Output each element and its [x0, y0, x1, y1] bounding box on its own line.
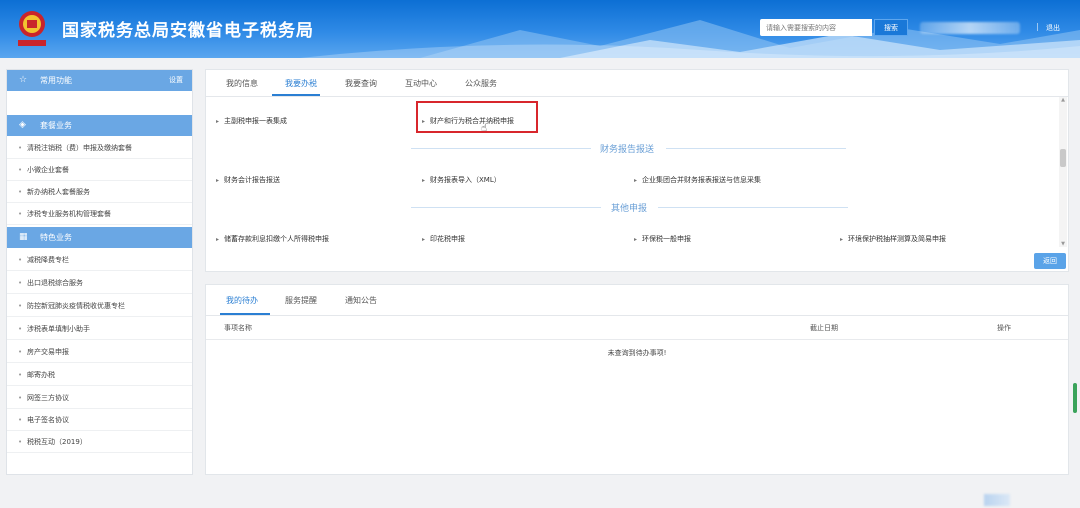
sidebar-item[interactable]: • 邮寄办税 — [7, 364, 192, 386]
empty-todo-message: 未查询到待办事项! — [607, 349, 667, 357]
service-link[interactable]: ▸ 印花税申报 — [422, 234, 465, 244]
sidebar-item-label: 电子签名协议 — [27, 416, 69, 424]
page-scroll-indicator[interactable] — [1073, 383, 1077, 413]
sidebar-item[interactable]: • 清税注销税（费）申报及缴纳套餐 — [7, 137, 192, 159]
service-link[interactable]: ▸ 企业集团合并财务报表报送与信息采集 — [634, 175, 761, 185]
todo-panel: 我的待办 服务提醒 通知公告 事项名称 截止日期 操作 未查询到待办事项! — [205, 284, 1069, 475]
sidebar-item[interactable]: • 税税互动（2019） — [7, 431, 192, 453]
panel-scrollbar[interactable]: ▲ ▼ — [1059, 97, 1067, 247]
star-icon: ☆ — [19, 75, 28, 85]
sidebar-item-label: 邮寄办税 — [27, 371, 55, 379]
tab-my-info[interactable]: 我的信息 — [226, 78, 258, 89]
tab-my-todo[interactable]: 我的待办 — [226, 295, 258, 306]
service-link-label: 储蓄存款利息扣缴个人所得税申报 — [224, 235, 330, 243]
scroll-thumb[interactable] — [1060, 149, 1066, 167]
sidebar-item[interactable]: • 防控新冠肺炎疫情税收优惠专栏 — [7, 295, 192, 317]
sidebar-item[interactable]: • 房产交易申报 — [7, 341, 192, 363]
highlight-annotation — [416, 101, 538, 133]
top-header: 国家税务总局安徽省电子税务局 搜索 | 退出 — [0, 0, 1080, 58]
tax-services-panel: 我的信息 我要办税 我要查询 互动中心 公众服务 ▸ 主副税申报一表集成 ▸ 财产和… — [205, 69, 1069, 272]
sidebar-item[interactable]: • 小微企业套餐 — [7, 159, 192, 181]
service-link[interactable]: ▸ 储蓄存款利息扣缴个人所得税申报 — [216, 234, 329, 244]
service-link-label: 印花税申报 — [430, 235, 466, 243]
sidebar-item-label: 房产交易申报 — [27, 348, 69, 356]
sidebar-item-label: 出口退税综合服务 — [27, 279, 83, 287]
service-link[interactable]: ▸ 环境保护税抽样测算及简易申报 — [840, 234, 946, 244]
hand-cursor-icon: ☝ — [481, 123, 488, 134]
sidebar-item[interactable]: • 出口退税综合服务 — [7, 272, 192, 294]
sidebar-item-label: 税税互动（2019） — [27, 438, 87, 446]
sidebar-common-header[interactable]: ☆ 常用功能 设置 — [7, 70, 192, 91]
logout-link[interactable]: 退出 — [1046, 23, 1060, 33]
sidebar-settings-link[interactable]: 设置 — [169, 70, 183, 91]
scroll-up-arrow-icon[interactable]: ▲ — [1059, 97, 1067, 103]
header-separator: | — [1036, 22, 1039, 31]
user-name-blurred — [920, 22, 1020, 34]
tab-public-service[interactable]: 公众服务 — [465, 78, 497, 89]
scroll-down-arrow-icon[interactable]: ▼ — [1059, 241, 1067, 247]
service-link[interactable]: ▸ 财务报表导入（XML） — [422, 175, 501, 185]
main-tabs: 我的信息 我要办税 我要查询 互动中心 公众服务 — [206, 70, 1068, 97]
grid-icon: ▦ — [19, 232, 28, 242]
site-title: 国家税务总局安徽省电子税务局 — [62, 21, 314, 41]
search-button[interactable]: 搜索 — [874, 19, 908, 36]
section-divider — [411, 148, 591, 149]
layers-icon: ◈ — [19, 120, 26, 130]
column-header-deadline: 截止日期 — [810, 324, 838, 332]
service-link-label: 主副税申报一表集成 — [224, 117, 288, 125]
sidebar-special-header[interactable]: ▦ 特色业务 — [7, 227, 192, 248]
todo-tabs: 我的待办 服务提醒 通知公告 — [206, 285, 1068, 316]
watermark-blurred — [984, 494, 1010, 506]
tab-notices[interactable]: 通知公告 — [345, 295, 377, 306]
section-title-other: 其他申报 — [611, 204, 648, 214]
service-link-label: 财务报表导入（XML） — [430, 176, 501, 184]
section-divider — [666, 148, 846, 149]
sidebar-item-label: 防控新冠肺炎疫情税收优惠专栏 — [27, 302, 125, 310]
sidebar-item-label: 小微企业套餐 — [27, 166, 69, 174]
sidebar-item-label: 减税降费专栏 — [27, 256, 69, 264]
section-divider — [658, 207, 848, 208]
sidebar-common-label: 常用功能 — [40, 76, 72, 85]
sidebar-item[interactable]: • 涉税表单填制小助手 — [7, 318, 192, 340]
back-button[interactable]: 返回 — [1034, 253, 1066, 269]
service-link[interactable]: ▸ 主副税申报一表集成 — [216, 116, 287, 126]
sidebar: ☆ 常用功能 设置 ◈ 套餐业务 • 清税注销税（费）申报及缴纳套餐 • 小微企业套… — [6, 69, 193, 475]
sidebar-item[interactable]: • 新办纳税人套餐服务 — [7, 181, 192, 203]
sidebar-item[interactable]: • 电子签名协议 — [7, 409, 192, 431]
active-tab-underline — [220, 313, 270, 315]
sidebar-item-label: 涉税专业服务机构管理套餐 — [27, 210, 111, 218]
service-link-label: 环保税一般申报 — [642, 235, 692, 243]
tab-query[interactable]: 我要查询 — [345, 78, 377, 89]
sidebar-item-label: 清税注销税（费）申报及缴纳套餐 — [27, 144, 132, 152]
column-header-action: 操作 — [997, 324, 1011, 332]
active-tab-underline — [272, 94, 320, 96]
service-link[interactable]: ▸ 环保税一般申报 — [634, 234, 691, 244]
service-link-label: 环境保护税抽样测算及简易申报 — [848, 235, 947, 243]
tab-tax-handling[interactable]: 我要办税 — [285, 78, 317, 89]
sidebar-item[interactable]: • 减税降费专栏 — [7, 249, 192, 271]
service-link-label: 财务会计报告报送 — [224, 176, 281, 184]
todo-table-header: 事项名称 截止日期 操作 — [206, 317, 1068, 340]
sidebar-special-label: 特色业务 — [40, 233, 72, 242]
sidebar-item-label: 网签三方协议 — [27, 394, 69, 402]
sidebar-item-label: 涉税表单填制小助手 — [27, 325, 90, 333]
section-title-financial: 财务报告报送 — [600, 145, 655, 155]
tab-interaction[interactable]: 互动中心 — [405, 78, 437, 89]
sidebar-package-label: 套餐业务 — [40, 121, 72, 130]
sidebar-item-label: 新办纳税人套餐服务 — [27, 188, 90, 196]
search-input[interactable] — [760, 19, 872, 36]
tab-service-reminder[interactable]: 服务提醒 — [285, 295, 317, 306]
sidebar-item[interactable]: • 网签三方协议 — [7, 387, 192, 409]
section-divider — [411, 207, 601, 208]
column-header-item: 事项名称 — [224, 324, 252, 332]
service-link[interactable]: ▸ 财务会计报告报送 — [216, 175, 280, 185]
sidebar-item[interactable]: • 涉税专业服务机构管理套餐 — [7, 203, 192, 225]
tax-emblem-icon — [18, 11, 46, 46]
service-link-label: 企业集团合并财务报表报送与信息采集 — [642, 176, 762, 184]
sidebar-package-header[interactable]: ◈ 套餐业务 — [7, 115, 192, 136]
